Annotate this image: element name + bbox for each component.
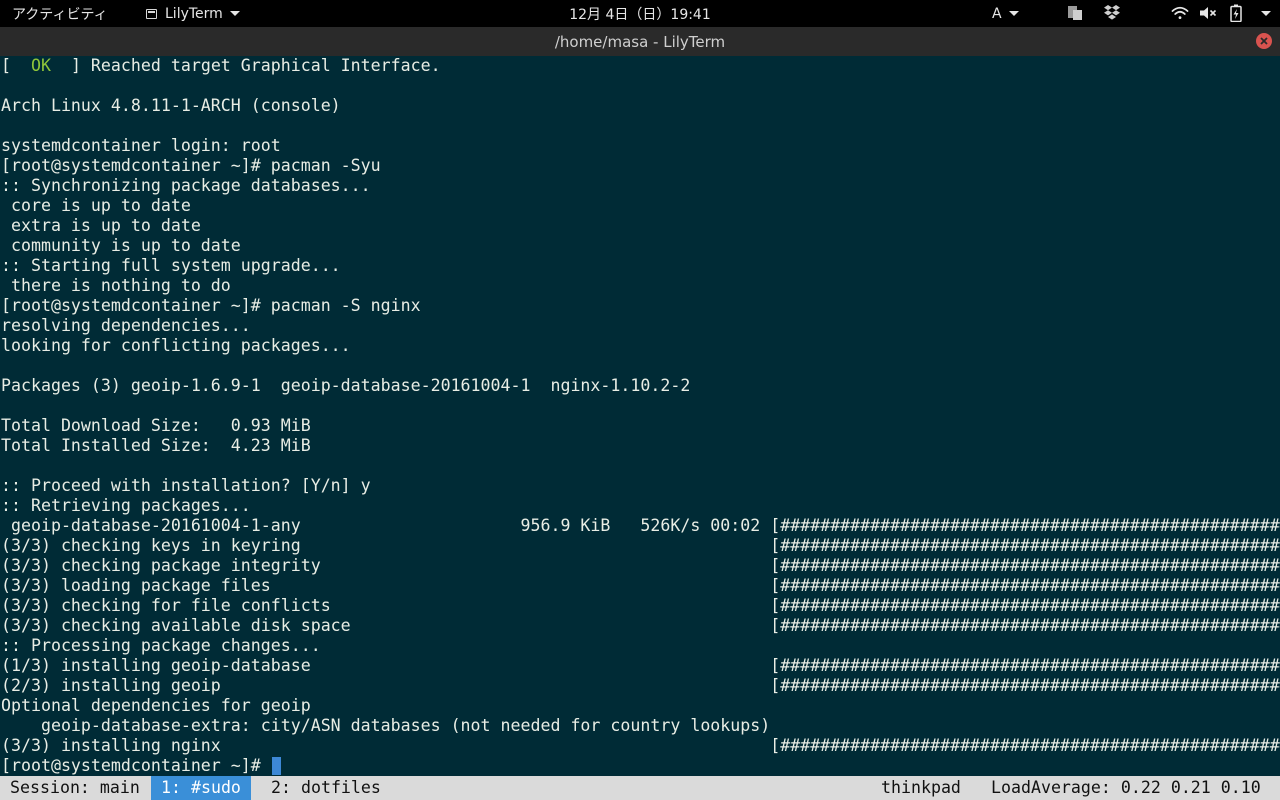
terminal-cursor bbox=[271, 757, 281, 775]
window-title: /home/masa - LilyTerm bbox=[554, 32, 726, 51]
terminal-status-bar: Session: main 1: #sudo 2: dotfiles think… bbox=[0, 776, 1280, 800]
app-window-icon bbox=[146, 8, 157, 19]
terminal-line: :: Processing package changes... bbox=[1, 636, 321, 655]
window-tab-active[interactable]: 1: #sudo bbox=[151, 776, 251, 800]
input-method-label: A bbox=[992, 5, 1002, 22]
chevron-down-icon bbox=[1261, 11, 1271, 16]
input-method-menu[interactable]: A bbox=[992, 0, 1019, 27]
terminal-line: community is up to date bbox=[1, 236, 241, 255]
ok-status: OK bbox=[30, 56, 51, 75]
terminal-line: :: Proceed with installation? [Y/n] y bbox=[1, 476, 371, 495]
terminal-prompt-line[interactable]: [root@systemdcontainer ~]# bbox=[0, 756, 1280, 776]
terminal-line: [root@systemdcontainer ~]# pacman -S ngi… bbox=[1, 296, 421, 315]
terminal-line: (3/3) installing nginx [################… bbox=[1, 736, 1280, 755]
system-menu[interactable] bbox=[1254, 0, 1271, 27]
window-tab-dotfiles[interactable]: 2: dotfiles bbox=[271, 776, 381, 800]
terminal-line: (3/3) checking keys in keyring [########… bbox=[1, 536, 1280, 555]
terminal-prompt: [root@systemdcontainer ~]# bbox=[1, 756, 271, 775]
clipboard-icon[interactable] bbox=[1066, 4, 1084, 22]
terminal-line: (2/3) installing geoip [################… bbox=[1, 676, 1280, 695]
terminal-line: (3/3) checking package integrity [######… bbox=[1, 556, 1280, 575]
dropbox-icon[interactable] bbox=[1103, 4, 1121, 22]
terminal-line: core is up to date bbox=[1, 196, 191, 215]
session-name: Session: main bbox=[10, 778, 140, 797]
load-average: LoadAverage: 0.22 0.21 0.10 bbox=[991, 778, 1261, 797]
ok-bracket-open: [ bbox=[1, 56, 31, 75]
volume-muted-icon[interactable] bbox=[1199, 4, 1217, 22]
terminal-line: geoip-database-extra: city/ASN databases… bbox=[1, 716, 771, 735]
ok-message: ] Reached target Graphical Interface. bbox=[50, 56, 441, 75]
terminal-line: :: Synchronizing package databases... bbox=[1, 176, 371, 195]
terminal-line: Optional dependencies for geoip bbox=[1, 696, 311, 715]
terminal-line: Total Download Size: 0.93 MiB bbox=[1, 416, 311, 435]
gnome-top-bar: アクティビティ LilyTerm 12月 4日（日）19:41 A bbox=[0, 0, 1280, 27]
terminal-line: [root@systemdcontainer ~]# pacman -Syu bbox=[1, 156, 381, 175]
chevron-down-icon bbox=[1008, 11, 1019, 16]
terminal-line: :: Starting full system upgrade... bbox=[1, 256, 341, 275]
terminal-line: geoip-database-20161004-1-any 956.9 KiB … bbox=[1, 516, 1280, 535]
hostname: thinkpad bbox=[881, 778, 961, 797]
clock[interactable]: 12月 4日（日）19:41 bbox=[569, 4, 711, 24]
activities-button[interactable]: アクティビティ bbox=[12, 0, 108, 27]
terminal-output[interactable]: [ OK ] Reached target Graphical Interfac… bbox=[0, 56, 1280, 776]
terminal-line: there is nothing to do bbox=[1, 276, 231, 295]
chevron-down-icon bbox=[229, 11, 240, 16]
app-menu[interactable]: LilyTerm bbox=[146, 0, 240, 27]
terminal-line: Packages (3) geoip-1.6.9-1 geoip-databas… bbox=[1, 376, 691, 395]
terminal-line: (3/3) checking for file conflicts [#####… bbox=[1, 596, 1280, 615]
close-button[interactable] bbox=[1256, 33, 1272, 49]
app-menu-label: LilyTerm bbox=[165, 5, 223, 22]
terminal-line: [ OK ] Reached target Graphical Interfac… bbox=[0, 56, 1280, 76]
terminal-line: Total Installed Size: 4.23 MiB bbox=[1, 436, 311, 455]
terminal-line: :: Retrieving packages... bbox=[1, 496, 251, 515]
terminal-line: resolving dependencies... bbox=[1, 316, 251, 335]
terminal-line: systemdcontainer login: root bbox=[1, 136, 281, 155]
window-title-bar[interactable]: /home/masa - LilyTerm bbox=[0, 27, 1280, 56]
terminal-line: (3/3) checking available disk space [###… bbox=[1, 616, 1280, 635]
terminal-line: looking for conflicting packages... bbox=[1, 336, 351, 355]
terminal-line: extra is up to date bbox=[1, 216, 201, 235]
terminal-lines: Arch Linux 4.8.11-1-ARCH (console) system… bbox=[0, 76, 1280, 756]
activities-label: アクティビティ bbox=[12, 6, 108, 23]
close-icon bbox=[1260, 37, 1268, 45]
terminal-line: Arch Linux 4.8.11-1-ARCH (console) bbox=[1, 96, 341, 115]
wifi-icon[interactable] bbox=[1171, 4, 1189, 22]
terminal-line: (1/3) installing geoip-database [#######… bbox=[1, 656, 1280, 675]
battery-charging-icon[interactable] bbox=[1227, 4, 1245, 22]
terminal-line: (3/3) loading package files [###########… bbox=[1, 576, 1280, 595]
